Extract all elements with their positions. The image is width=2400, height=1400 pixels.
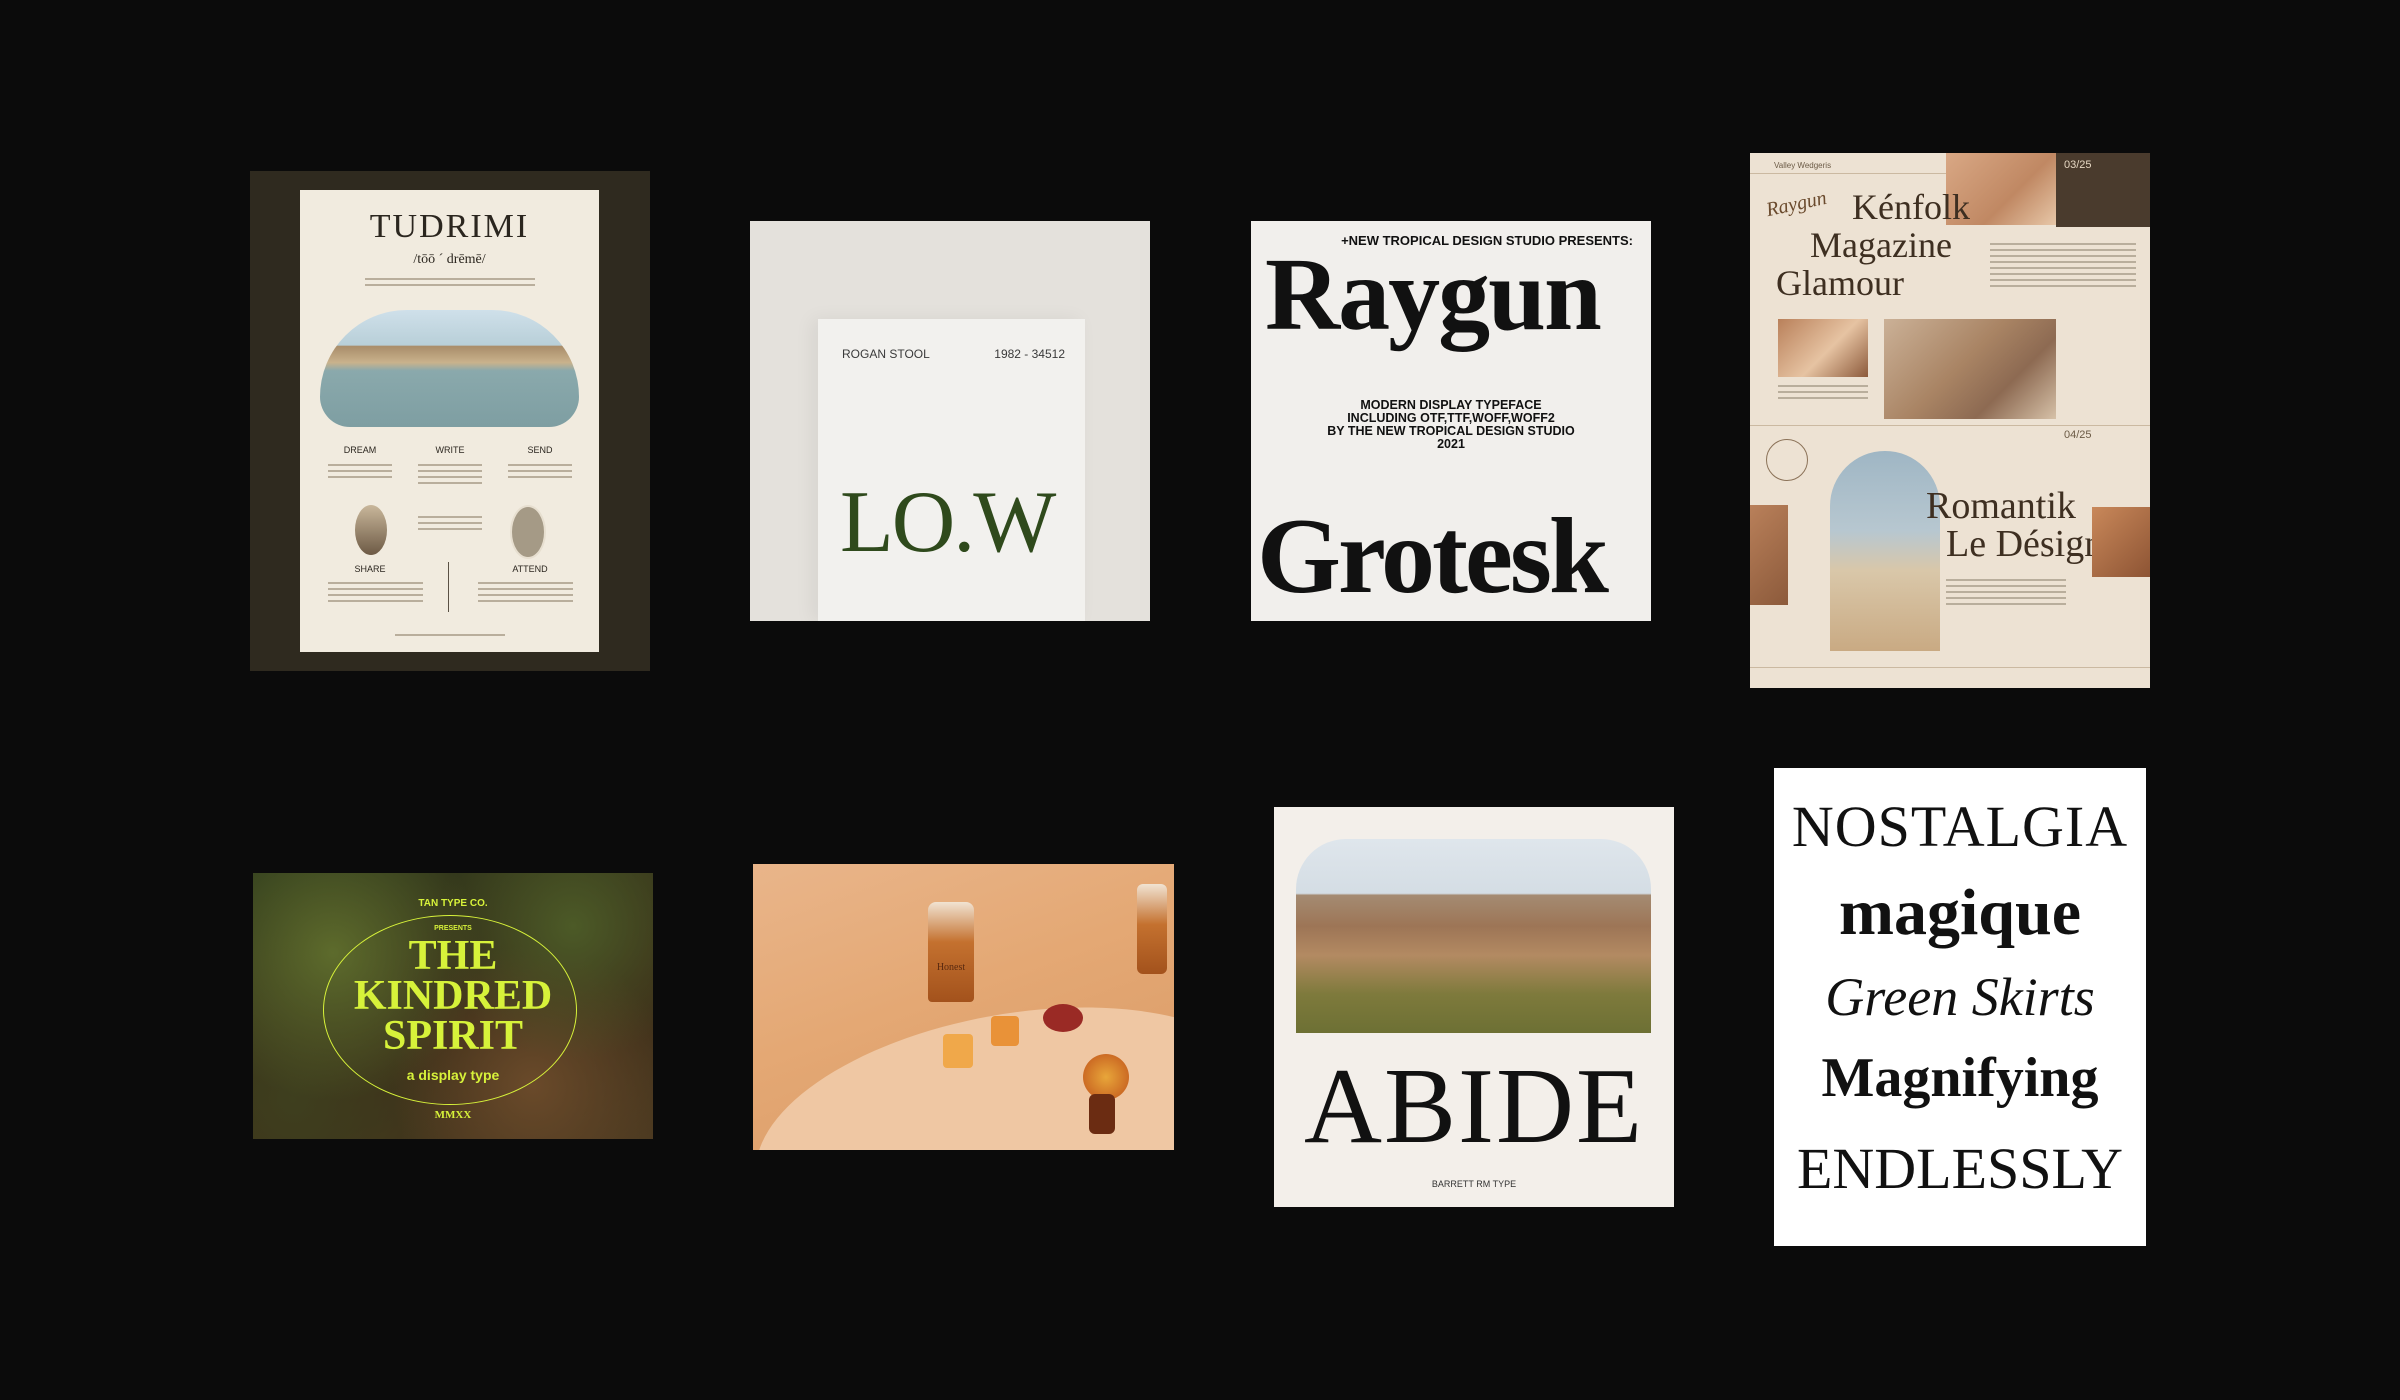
tudrimi-card[interactable]: TUDRIMI /tōō ´ drēmē/ DREAM WRITE SEND S… (250, 171, 650, 671)
kindred-line-3: SPIRIT (382, 1012, 524, 1059)
kenfolk-headline-4: Romantik (1926, 485, 2076, 527)
divider (448, 562, 449, 612)
bottle-2 (1137, 884, 1167, 974)
tudrimi-lake-photo (320, 310, 579, 427)
tudrimi-title: TUDRIMI (369, 208, 530, 245)
low-mark: LO.W (840, 474, 1056, 571)
abide-card[interactable]: ABIDE BARRETT RM TYPE (1274, 807, 1674, 1207)
tudrimi-phonetic: /tōō ´ drēmē/ (413, 252, 486, 267)
raygun-title: Raygun (1265, 237, 1602, 352)
step-send: SEND (527, 445, 553, 455)
tudrimi-poster: TUDRIMI /tōō ´ drēmē/ DREAM WRITE SEND S… (300, 190, 599, 652)
kindred-line-2: KINDRED (353, 972, 553, 1019)
footer-text (395, 630, 505, 640)
dream-text (328, 460, 392, 482)
specimen-endlessly: ENDLESSLY (1796, 1136, 2124, 1201)
kindred-presents: PRESENTS (434, 925, 472, 932)
rule (1750, 667, 2150, 668)
vase (1089, 1094, 1115, 1134)
glass-2 (991, 1016, 1019, 1046)
raygun-card[interactable]: +NEW TROPICAL DESIGN STUDIO PRESENTS: Ra… (1251, 221, 1651, 621)
step-attend: ATTEND (512, 564, 548, 574)
woman-photo (1884, 319, 2056, 419)
attend-clock (510, 505, 546, 559)
pomegranate (1043, 1004, 1083, 1032)
share-photo (355, 505, 387, 555)
step-write: WRITE (435, 445, 465, 455)
kindred-line-1: THE (408, 933, 498, 979)
raygun-subtitle: Grotesk (1257, 497, 1609, 616)
share-text (328, 578, 423, 606)
desert-landscape-photo (1296, 839, 1651, 1033)
kindred-title: THE KINDRED SPIRIT (253, 933, 653, 1059)
right-photo (2092, 507, 2150, 577)
raygun-description: MODERN DISPLAY TYPEFACE INCLUDING OTF,TT… (1251, 398, 1651, 452)
kenfolk-headline-1: Kénfolk (1852, 187, 1970, 227)
specimen-green-skirts: Green Skirts (1825, 967, 2095, 1027)
body-text-2 (1946, 575, 2066, 609)
dress-photo (1830, 451, 1940, 651)
caption-text (1778, 381, 1868, 403)
step-share: SHARE (354, 564, 386, 574)
send-text (508, 460, 572, 482)
kenfolk-brand: Valley Wedgeris (1774, 161, 1832, 170)
w-seal-icon (1766, 439, 1808, 481)
kenfolk-card[interactable]: Valley Wedgeris 03/25 Raygun Kénfolk Mag… (1750, 153, 2150, 688)
specimen-nostalgia: NOSTALGIA (1791, 794, 2129, 859)
bottle-1 (928, 902, 974, 1002)
rule (1750, 425, 2150, 426)
kenfolk-headline-3: Glamour (1776, 263, 1904, 303)
step-dream: DREAM (343, 445, 377, 455)
honest-card[interactable]: Honest (753, 864, 1174, 1150)
kindred-card[interactable]: TAN TYPE CO. PRESENTS THE KINDRED SPIRIT… (253, 873, 653, 1139)
low-sheet: ROGAN STOOL 1982 - 34512 LO.W (818, 319, 1085, 621)
bag-photo (1778, 319, 1868, 377)
kindred-year: MMXX (434, 1109, 472, 1121)
page-number-1: 03/25 (2064, 159, 2092, 171)
specimen-magique: magique (1838, 876, 2082, 949)
kenfolk-script: Raygun (1764, 186, 1829, 222)
center-text (418, 512, 482, 534)
tudrimi-intro-text (365, 274, 535, 290)
kenfolk-headline-2: Magazine (1810, 225, 1952, 265)
write-text (418, 460, 482, 488)
abide-title: ABIDE (1304, 1047, 1644, 1166)
honest-label: Honest (936, 962, 966, 973)
specimen-magnifying: Magnifying (1821, 1047, 2099, 1109)
kindred-tagline: a display type (406, 1067, 500, 1083)
raygun-line-4: 2021 (1437, 437, 1465, 452)
nostalgia-card[interactable]: NOSTALGIA magique Green Skirts Magnifyin… (1774, 768, 2146, 1246)
left-photo (1750, 505, 1788, 605)
kenfolk-body-text (1990, 239, 2136, 291)
kindred-studio: TAN TYPE CO. (418, 898, 488, 909)
glass-1 (943, 1034, 973, 1068)
low-card[interactable]: ROGAN STOOL 1982 - 34512 LO.W (750, 221, 1150, 621)
kenfolk-headline-5: Le Désign (1946, 523, 2104, 565)
abide-credit: BARRETT RM TYPE (1431, 1179, 1517, 1189)
low-product: ROGAN STOOL (842, 347, 930, 361)
low-code: 1982 - 34512 (994, 347, 1065, 361)
attend-text (478, 578, 573, 606)
page-number-2: 04/25 (2064, 429, 2092, 441)
